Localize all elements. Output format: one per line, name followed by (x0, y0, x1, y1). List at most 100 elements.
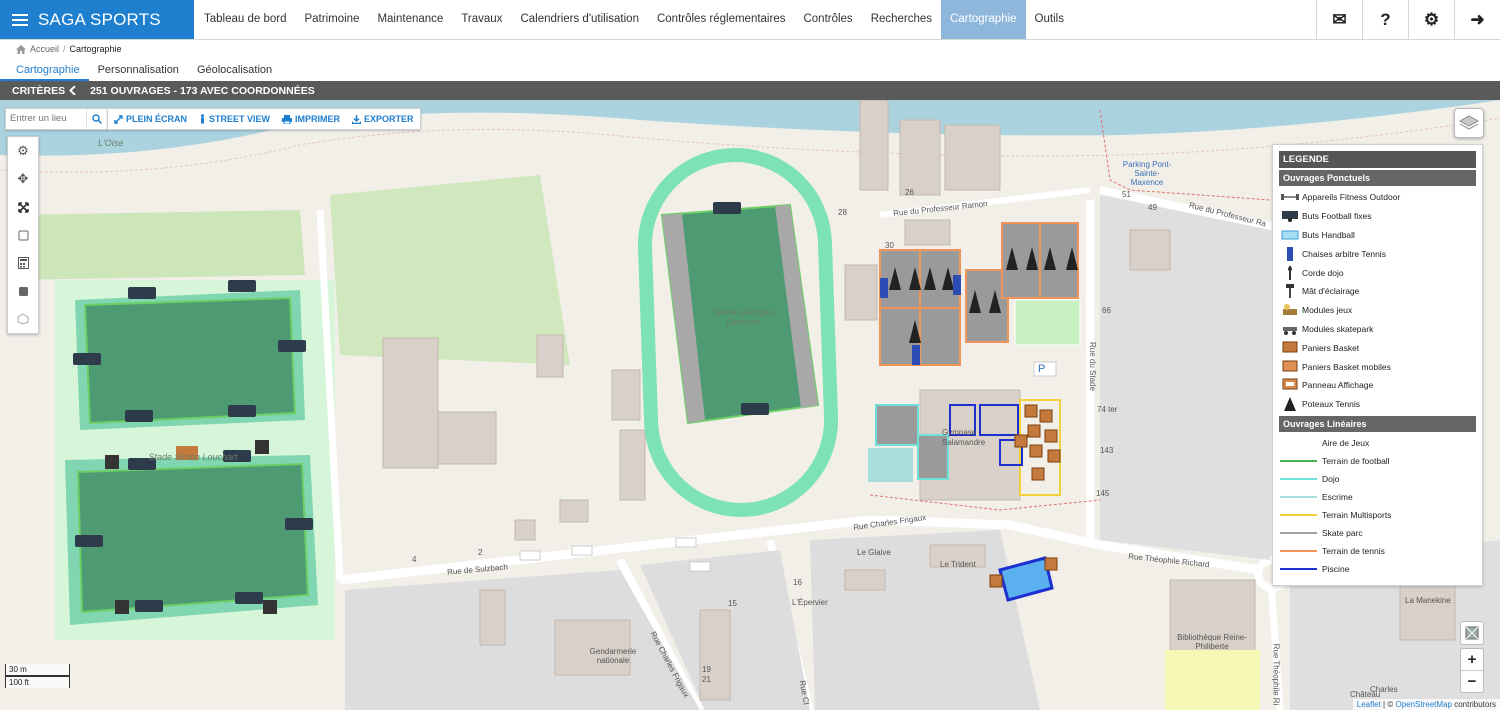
print-button[interactable]: IMPRIMER (276, 109, 346, 129)
nav-travaux[interactable]: Travaux (452, 0, 511, 39)
legend-item[interactable]: Panneau Affichage (1273, 376, 1482, 395)
polygon-icon[interactable] (8, 305, 38, 333)
nav-outils[interactable]: Outils (1026, 0, 1073, 39)
label-n4: 4 (412, 555, 417, 564)
search-button[interactable] (87, 109, 107, 129)
tab-geolocalisation[interactable]: Géolocalisation (188, 61, 281, 81)
legend-lineaires-list: Aire de Jeux Terrain de football Dojo Escri… (1273, 434, 1482, 578)
building (619, 429, 646, 501)
map[interactable]: L'Oise Stade Georges Decroze Stade Simon… (0, 100, 1500, 710)
map-attribution: Leaflet | © OpenStreetMap contributors (1352, 699, 1500, 710)
label-n30: 30 (885, 241, 894, 250)
calculator-icon[interactable] (8, 249, 38, 277)
label-rue-stade: Rue du Stade (1087, 342, 1097, 391)
breadcrumb: Accueil / Cartographie (16, 44, 122, 54)
expand-arrows-icon[interactable] (8, 193, 38, 221)
label-bibliotheque: Bibliothèque Reine-Philiberte (1177, 633, 1247, 651)
move-icon[interactable]: ✥ (8, 165, 38, 193)
legend-item-label: Panneau Affichage (1302, 380, 1374, 391)
leaflet-link[interactable]: Leaflet (1357, 700, 1381, 709)
label-river: L'Oise (98, 138, 124, 148)
results-count: 251 OUVRAGES - 173 AVEC COORDONNÉES (90, 84, 315, 97)
nav-maintenance[interactable]: Maintenance (368, 0, 452, 39)
export-label: EXPORTER (364, 114, 414, 124)
streetview-button[interactable]: STREET VIEW (193, 109, 276, 129)
brand[interactable]: SAGA SPORTS (0, 0, 194, 39)
gear-icon[interactable]: ⚙ (8, 137, 38, 165)
home-icon (16, 44, 26, 54)
search-icon (92, 114, 102, 124)
breadcrumb-separator: / (63, 44, 66, 54)
legend-item[interactable]: Mât d'éclairage (1273, 282, 1482, 301)
print-label: IMPRIMER (295, 114, 341, 124)
filled-square-icon[interactable] (8, 277, 38, 305)
breadcrumb-home[interactable]: Accueil (30, 44, 59, 54)
swimming-pool-south (998, 556, 1054, 602)
legend-item[interactable]: Modules skatepark (1273, 320, 1482, 339)
legend-item[interactable]: Paniers Basket mobiles (1273, 357, 1482, 376)
fullscreen-button[interactable]: PLEIN ÉCRAN (108, 109, 193, 129)
logout-icon[interactable]: ➜ (1454, 0, 1500, 39)
nav-calendriers[interactable]: Calendriers d'utilisation (511, 0, 648, 39)
zoom-out-button[interactable]: − (1461, 670, 1483, 692)
legend-item[interactable]: Paniers Basket (1273, 338, 1482, 357)
legend-line-label: Terrain de football (1322, 455, 1390, 466)
nav-recherches[interactable]: Recherches (862, 0, 941, 39)
legend-line-item[interactable]: Terrain de football (1273, 452, 1482, 470)
building (536, 334, 564, 378)
legend-line-item[interactable]: Dojo (1273, 470, 1482, 488)
building (1129, 229, 1171, 271)
legend-line-item[interactable]: Aire de Jeux (1273, 434, 1482, 452)
legend-item[interactable]: Poteaux Tennis (1273, 395, 1482, 414)
osm-link[interactable]: OpenStreetMap (1395, 700, 1451, 709)
line-swatch (1280, 459, 1317, 462)
nav-patrimoine[interactable]: Patrimoine (295, 0, 368, 39)
hamburger-icon[interactable] (12, 13, 28, 26)
legend-item[interactable]: Buts Football fixes (1273, 207, 1482, 226)
building (1165, 650, 1260, 710)
export-button[interactable]: EXPORTER (346, 109, 420, 129)
legend-item-label: Paniers Basket (1302, 342, 1360, 353)
tab-personnalisation[interactable]: Personnalisation (89, 61, 188, 81)
legend-item[interactable]: Appareils Fitness Outdoor (1273, 188, 1482, 207)
legend-line-label: Piscine (1322, 563, 1350, 574)
legend-item[interactable]: Modules jeux (1273, 301, 1482, 320)
legend-item[interactable]: Buts Handball (1273, 226, 1482, 245)
legend-item-label: Mât d'éclairage (1302, 286, 1360, 297)
mail-icon[interactable]: ✉ (1316, 0, 1362, 39)
top-bar: SAGA SPORTS Tableau de bord Patrimoine M… (0, 0, 1500, 40)
criteria-bar: CRITÈRES 251 OUVRAGES - 173 AVEC COORDON… (0, 81, 1500, 100)
fullscreen-label: PLEIN ÉCRAN (126, 114, 188, 124)
legend-line-item[interactable]: Piscine (1273, 560, 1482, 578)
nav-controles-reglementaires[interactable]: Contrôles réglementaires (648, 0, 794, 39)
legend-item[interactable]: Chaises arbitre Tennis (1273, 244, 1482, 263)
legend-line-item[interactable]: Escrime (1273, 488, 1482, 506)
legend-line-item[interactable]: Terrain Multisports (1273, 506, 1482, 524)
escrime-hall (868, 448, 913, 482)
grass-area (10, 210, 305, 280)
nav-cartographie[interactable]: Cartographie (941, 0, 1026, 39)
legend-item-label: Modules jeux (1302, 305, 1353, 316)
building (844, 569, 886, 591)
legend-item-label: Appareils Fitness Outdoor (1302, 192, 1401, 203)
legend-line-label: Terrain de tennis (1322, 545, 1385, 556)
layers-button[interactable] (1454, 108, 1484, 138)
place-search-input[interactable] (6, 109, 87, 127)
zoom-in-button[interactable]: + (1461, 649, 1483, 670)
download-icon (352, 114, 362, 124)
label-n143: 143 (1100, 446, 1114, 455)
label-n74: 74 ter (1097, 405, 1118, 414)
rectangle-icon[interactable] (8, 221, 38, 249)
label-n145: 145 (1096, 489, 1110, 498)
legend-line-item[interactable]: Skate parc (1273, 524, 1482, 542)
nav-controles[interactable]: Contrôles (794, 0, 861, 39)
legend-item[interactable]: Corde dojo (1273, 263, 1482, 282)
legend-line-item[interactable]: Terrain de tennis (1273, 542, 1482, 560)
label-stadium: Stade Georges Decroze (712, 307, 774, 327)
help-icon[interactable]: ? (1362, 0, 1408, 39)
tab-cartographie[interactable]: Cartographie (0, 61, 89, 81)
settings-icon[interactable]: ⚙ (1408, 0, 1454, 39)
map-fullview-button[interactable] (1460, 621, 1484, 645)
criteria-toggle[interactable]: CRITÈRES (12, 85, 76, 97)
nav-tableau-de-bord[interactable]: Tableau de bord (195, 0, 295, 39)
